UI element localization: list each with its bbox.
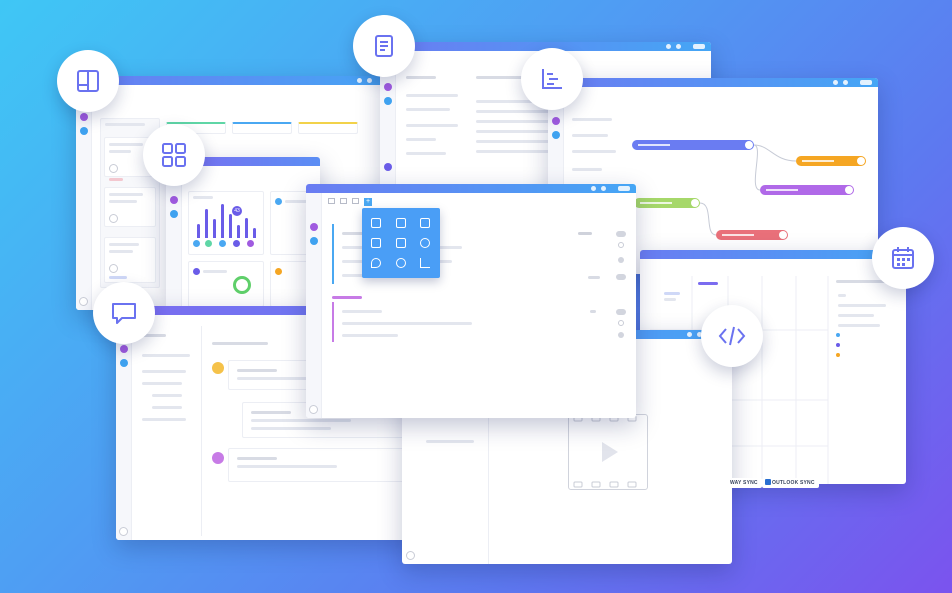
folder-list [134, 326, 202, 536]
comment-bubble[interactable] [228, 448, 418, 482]
sidebar [166, 166, 182, 309]
table-view-option[interactable] [371, 238, 381, 248]
chart-bar [221, 204, 224, 238]
status-toggle[interactable] [616, 231, 626, 237]
profile-pill[interactable] [693, 44, 705, 49]
chart-bar [245, 218, 248, 238]
add-view-button[interactable]: + [364, 198, 372, 206]
chart-bar [229, 214, 232, 238]
space-avatar[interactable] [384, 83, 392, 91]
dashboard-icon[interactable] [143, 124, 205, 186]
doc-view-tab[interactable] [352, 198, 359, 204]
chart-bar [205, 209, 208, 238]
space-avatar[interactable] [120, 359, 128, 367]
space-avatar[interactable] [310, 237, 318, 245]
space-avatar[interactable] [384, 97, 392, 105]
user-avatar[interactable] [79, 297, 88, 306]
bell-icon[interactable] [687, 332, 692, 337]
board-view-option[interactable] [396, 218, 406, 228]
user-avatar[interactable] [406, 551, 415, 560]
space-avatar[interactable] [80, 113, 88, 121]
board-column-header [298, 122, 358, 134]
form-view-option[interactable] [420, 238, 430, 248]
sidebar [76, 85, 92, 310]
space-avatar[interactable] [170, 196, 178, 204]
bar-chart-widget: 43 [188, 191, 264, 255]
space-avatar[interactable] [170, 210, 178, 218]
bell-icon[interactable] [591, 186, 596, 191]
docs-icon[interactable] [353, 15, 415, 77]
view-picker-menu [362, 208, 440, 278]
task-card[interactable] [104, 237, 156, 283]
chat-icon[interactable] [93, 282, 155, 344]
board-view-icon[interactable] [57, 50, 119, 112]
chart-bar [253, 228, 256, 238]
chart-badge: 43 [232, 206, 242, 216]
space-avatar[interactable] [310, 223, 318, 231]
comment-avatar[interactable] [212, 452, 224, 464]
add-button[interactable] [384, 163, 392, 171]
sidebar [306, 193, 322, 418]
user-avatar[interactable] [119, 527, 128, 536]
task-card[interactable] [104, 187, 156, 227]
video-placeholder[interactable] [568, 414, 648, 490]
outlook-icon [765, 479, 771, 485]
calendar-icon[interactable] [872, 227, 934, 289]
comment-avatar[interactable] [212, 362, 224, 374]
status-toggle[interactable] [616, 274, 626, 280]
mini-bar-chart [195, 204, 259, 238]
title-bar [76, 76, 396, 85]
doc-view-option[interactable] [396, 238, 406, 248]
title-bar [306, 184, 636, 193]
space-avatar[interactable] [120, 345, 128, 353]
search-icon[interactable] [601, 186, 606, 191]
bell-icon[interactable] [357, 78, 362, 83]
search-icon[interactable] [676, 44, 681, 49]
list-view-tab[interactable] [328, 198, 335, 204]
task-group [332, 302, 632, 342]
view-tabs: + [328, 198, 388, 206]
map-view-option[interactable] [371, 258, 381, 268]
gantt-icon[interactable] [521, 48, 583, 110]
embed-code-icon[interactable] [701, 305, 763, 367]
progress-widget [188, 261, 264, 307]
list-view-option[interactable] [371, 218, 381, 228]
chart-bar [237, 225, 240, 238]
bell-icon[interactable] [666, 44, 671, 49]
sidebar [116, 315, 132, 540]
chart-bar [213, 219, 216, 238]
chart-bar [197, 224, 200, 238]
box-view-option[interactable] [420, 218, 430, 228]
profile-pill[interactable] [618, 186, 630, 191]
list-view-window: + [306, 184, 636, 418]
user-avatar[interactable] [309, 405, 318, 414]
chart-view-option[interactable] [420, 258, 430, 268]
board-column-header [232, 122, 292, 134]
board-view-tab[interactable] [340, 198, 347, 204]
search-icon[interactable] [367, 78, 372, 83]
chart-axis-dots [193, 240, 263, 248]
status-toggle[interactable] [616, 309, 626, 315]
space-avatar[interactable] [80, 127, 88, 135]
sync-tag: WAY SYNC [726, 478, 762, 488]
progress-ring [233, 276, 251, 294]
timeline-view-option[interactable] [396, 258, 406, 268]
